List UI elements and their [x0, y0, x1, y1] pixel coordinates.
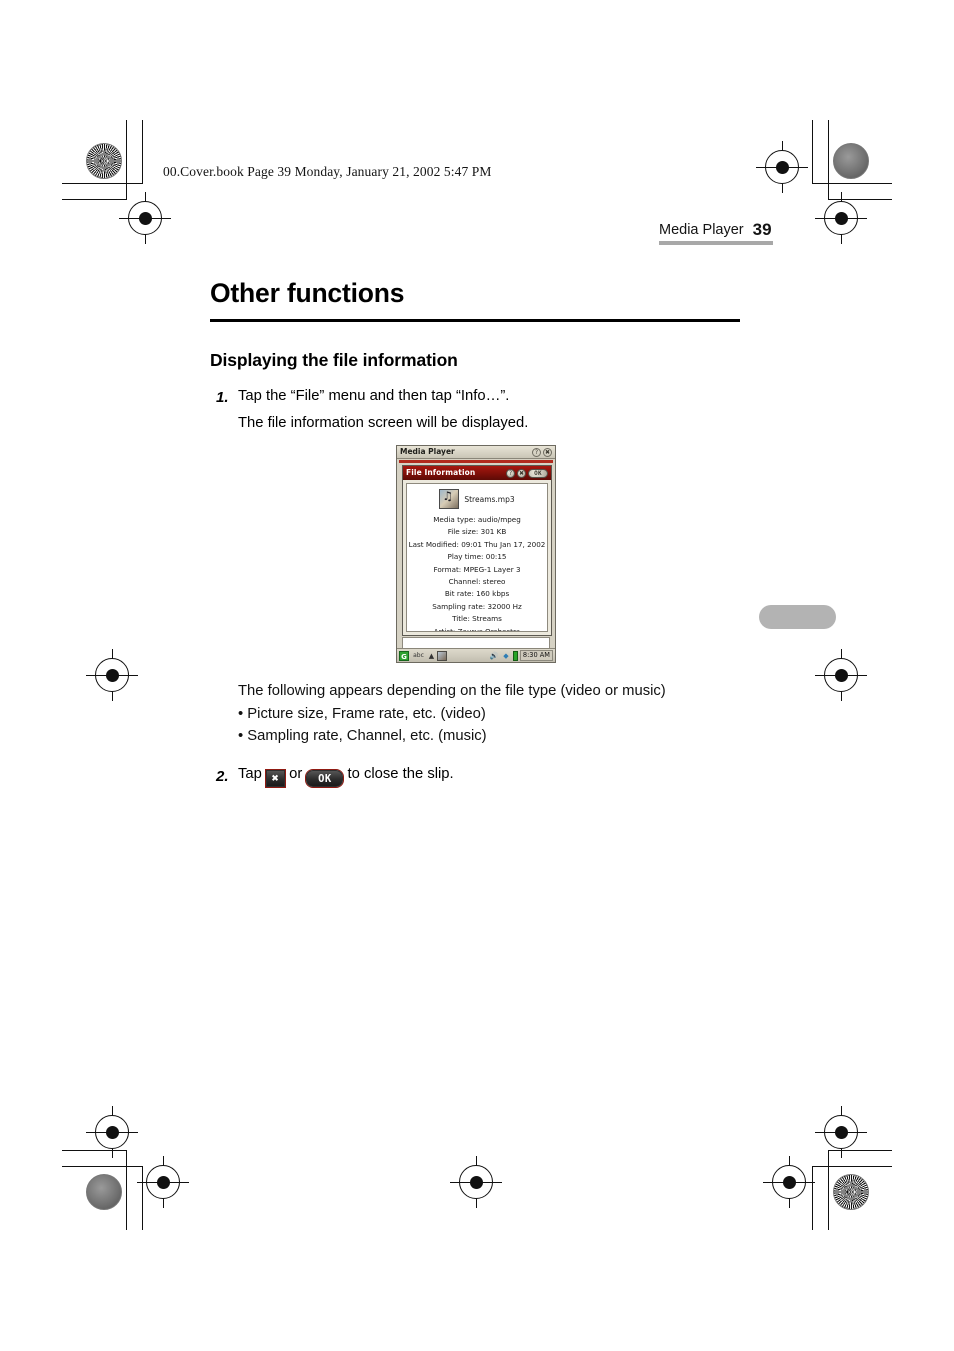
device-window-titlebar: Media Player ? ✖	[397, 446, 555, 459]
device-window-title: Media Player	[400, 447, 455, 457]
file-information-dialog: File Information ? ✖ OK Streams.mp3 Medi…	[402, 465, 552, 636]
info-line-media-type: Media type: audio/mpeg	[433, 515, 521, 524]
step-2-number: 2.	[216, 768, 229, 785]
crop-mark-line	[812, 1166, 813, 1230]
registration-target-right-middle	[815, 649, 867, 701]
section-title: Displaying the file information	[210, 350, 458, 370]
running-head-rule	[659, 241, 773, 245]
registration-target-left-lower	[86, 1106, 138, 1158]
file-name-label: Streams.mp3	[464, 494, 515, 504]
dialog-help-icon[interactable]: ?	[506, 468, 515, 478]
battery-icon[interactable]	[512, 650, 518, 661]
file-stamp: 00.Cover.book Page 39 Monday, January 21…	[163, 164, 492, 179]
info-line-file-size: File size: 301 KB	[447, 527, 507, 537]
file-type-notes: The following appears depending on the f…	[238, 680, 666, 748]
info-line-channel: Channel: stereo	[448, 577, 506, 587]
device-taskbar: G abc ▲ 🔊 ◆ 8:30 AM	[397, 648, 555, 662]
crop-mark-line	[62, 183, 142, 184]
crop-mark-line	[142, 120, 143, 184]
note-bullet-music: • Sampling rate, Channel, etc. (music)	[238, 728, 487, 745]
registration-target-top-left	[119, 192, 171, 244]
step-2-text-before: Tap	[238, 766, 262, 782]
dialog-ok-button[interactable]: OK	[528, 468, 548, 478]
chapter-title: Other functions	[210, 278, 405, 308]
dialog-body: Streams.mp3 Media type: audio/mpeg File …	[406, 483, 548, 632]
chevron-up-icon[interactable]: ▲	[428, 651, 435, 661]
step-1-number: 1.	[216, 389, 229, 406]
home-icon[interactable]: G	[399, 650, 409, 661]
thumb-tab-marker	[759, 605, 836, 629]
step-1-line-1: Tap the “File” menu and then tap “Info…”…	[238, 388, 510, 404]
registration-target-bottom-right	[763, 1156, 815, 1208]
crop-mark-line	[828, 1150, 829, 1230]
app-launcher-icon[interactable]	[437, 650, 447, 661]
window-close-icon[interactable]: ✖	[543, 447, 552, 457]
registration-target-bottom-left	[137, 1156, 189, 1208]
running-head: Media Player 39	[659, 220, 772, 240]
speaker-icon[interactable]: 🔊	[489, 651, 499, 661]
info-line-artist: Artist: Zaurus Orchestra	[433, 626, 521, 632]
device-screenshot-figure: Media Player ? ✖ File Information ? ✖ OK…	[396, 445, 556, 663]
dialog-close-icon[interactable]: ✖	[517, 468, 526, 478]
crop-mark-line	[142, 1166, 143, 1230]
inline-ok-button[interactable]: OK	[306, 770, 344, 787]
crop-mark-line	[828, 1150, 892, 1151]
registration-target-right-lower	[815, 1106, 867, 1158]
step-1-line-2: The file information screen will be disp…	[238, 415, 529, 431]
registration-circle-top-left	[86, 143, 122, 179]
info-line-bit-rate: Bit rate: 160 kbps	[444, 589, 510, 599]
registration-circle-bottom-right	[833, 1174, 869, 1210]
registration-target-bottom-center	[450, 1156, 502, 1208]
crop-mark-line	[126, 120, 127, 200]
info-line-last-modified: Last Modified: 09:01 Thu Jan 17, 2002	[408, 539, 546, 549]
step-2-text: Tap ✖ or OK to close the slip.	[238, 766, 454, 787]
crop-mark-line	[62, 1166, 142, 1167]
chapter-title-rule	[210, 319, 740, 322]
registration-target-top-center	[756, 141, 808, 193]
info-line-format: Format: MPEG-1 Layer 3	[433, 564, 521, 574]
registration-target-right-upper	[815, 192, 867, 244]
crop-mark-line	[812, 1166, 892, 1167]
dialog-title: File Information	[406, 468, 476, 478]
step-2-text-after: to close the slip.	[347, 766, 454, 782]
running-head-label: Media Player	[659, 222, 744, 238]
music-file-icon	[439, 489, 460, 509]
registration-circle-top-right	[833, 143, 869, 179]
note-intro: The following appears depending on the f…	[238, 683, 666, 699]
device-toolbar-accent	[399, 460, 553, 463]
info-line-sampling-rate: Sampling rate: 32000 Hz	[432, 601, 522, 611]
inline-close-icon[interactable]: ✖	[265, 770, 285, 787]
info-line-play-time: Play time: 00:15	[447, 552, 507, 562]
info-line-title: Title: Streams	[452, 614, 502, 624]
crop-mark-line	[62, 1150, 126, 1151]
network-icon[interactable]: ◆	[501, 651, 511, 661]
crop-mark-line	[828, 199, 892, 200]
registration-circle-bottom-left	[86, 1174, 122, 1210]
clock-label[interactable]: 8:30 AM	[519, 650, 553, 661]
note-bullet-video: • Picture size, Frame rate, etc. (video)	[238, 705, 486, 722]
window-help-icon[interactable]: ?	[532, 447, 541, 457]
crop-mark-line	[126, 1150, 127, 1230]
crop-mark-line	[62, 199, 126, 200]
input-method-icon[interactable]: abc	[411, 651, 426, 661]
page-number: 39	[752, 220, 772, 239]
crop-mark-line	[828, 120, 829, 200]
step-2-text-middle: or	[289, 766, 303, 782]
crop-mark-line	[812, 120, 813, 184]
dialog-titlebar: File Information ? ✖ OK	[403, 466, 551, 480]
file-header: Streams.mp3	[407, 489, 547, 509]
registration-target-left-middle	[86, 649, 138, 701]
crop-mark-line	[812, 183, 892, 184]
